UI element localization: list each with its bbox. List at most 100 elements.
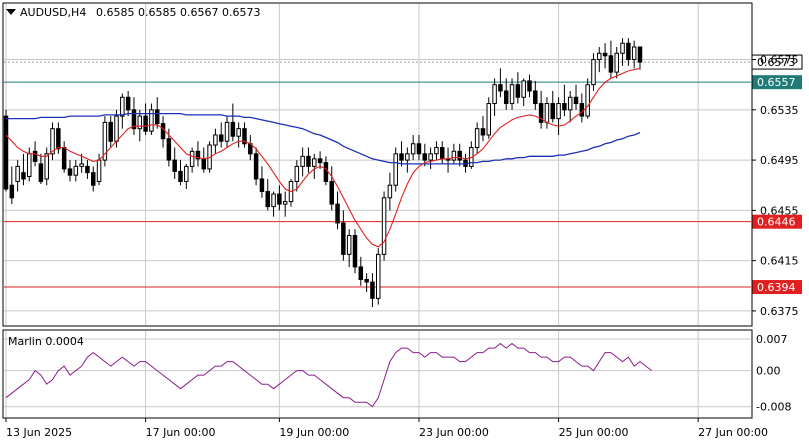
candle-bearish — [178, 170, 183, 182]
candle-bullish — [492, 84, 497, 105]
candle-bullish — [585, 84, 590, 117]
candle-bearish — [579, 103, 585, 117]
candle-bearish — [38, 163, 44, 182]
candle-bullish — [597, 52, 602, 61]
candle-bullish — [282, 201, 288, 205]
candle-bullish — [236, 128, 241, 137]
candle-bullish — [556, 103, 561, 120]
chart-canvas: 0.65570.64460.63940.6573 0.65750.65350.6… — [0, 0, 809, 443]
time-tick-label: 17 Jun 00:00 — [146, 426, 216, 439]
candle-bearish — [329, 180, 334, 205]
candle-bullish — [15, 165, 20, 182]
candle-bullish — [451, 150, 457, 161]
candle-bearish — [480, 128, 486, 136]
ohlc-values: 0.6585 0.6585 0.6567 0.6573 — [96, 6, 260, 19]
candle-bearish — [364, 278, 369, 283]
price-tick-label: 0.6415 — [760, 255, 799, 268]
time-tick-label: 23 Jun 00:00 — [419, 426, 489, 439]
oscillator-tick-label: 0.007 — [756, 333, 788, 346]
candle-bullish — [486, 103, 492, 136]
candle-bullish — [509, 84, 515, 105]
candle-bearish — [637, 46, 643, 63]
time-tick-label: 27 Jun 00:00 — [698, 426, 768, 439]
candle-bullish — [410, 143, 416, 155]
candle-bearish — [323, 162, 329, 182]
candle-bullish — [271, 193, 276, 208]
time-tick-label: 19 Jun 00:00 — [279, 426, 349, 439]
candle-bearish — [562, 103, 567, 111]
candle-bearish — [399, 153, 404, 161]
candle-bearish — [91, 172, 96, 186]
candle-bullish — [474, 128, 480, 149]
candle-bearish — [422, 153, 428, 161]
candle-bullish — [631, 46, 637, 61]
oscillator-label: Marlin 0.0004 — [8, 335, 84, 348]
candle-bearish — [143, 115, 148, 132]
candle-bullish — [405, 153, 410, 161]
candle-bullish — [393, 153, 398, 186]
candle-bullish — [376, 253, 381, 299]
candle-bullish — [224, 121, 230, 142]
time-tick-label: 25 Jun 00:00 — [559, 426, 629, 439]
candle-bearish — [439, 147, 445, 160]
candle-bearish — [608, 55, 614, 73]
candle-bullish — [73, 165, 79, 176]
candle-bullish — [544, 103, 550, 123]
candle-bullish — [567, 96, 573, 111]
candle-bearish — [125, 96, 131, 111]
candle-bearish — [218, 134, 224, 142]
candle-bearish — [626, 42, 631, 61]
candle-bullish — [312, 158, 317, 167]
candle-bearish — [9, 184, 15, 199]
candle-bearish — [56, 128, 61, 150]
candle-bearish — [172, 159, 177, 172]
candle-bullish — [294, 165, 300, 182]
candle-bearish — [160, 123, 166, 140]
candle-bearish — [527, 80, 532, 92]
candle-bearish — [265, 191, 270, 208]
oscillator-tick-label: 0.00 — [756, 365, 781, 378]
candle-bullish — [521, 80, 526, 98]
candle-bearish — [503, 90, 509, 105]
candle-bearish — [515, 84, 521, 98]
candle-bullish — [137, 115, 143, 130]
candle-bearish — [602, 52, 608, 57]
candle-bullish — [387, 184, 393, 199]
candle-bullish — [44, 153, 49, 180]
candle-bullish — [184, 165, 189, 182]
candle-bearish — [573, 96, 579, 105]
price-tick-label: 0.6535 — [760, 104, 799, 117]
candle-bearish — [61, 147, 67, 170]
candle-bearish — [416, 143, 422, 155]
candle-bearish — [358, 266, 364, 280]
candle-bearish — [533, 90, 538, 105]
candle-bullish — [27, 153, 32, 177]
candle-bearish — [550, 103, 555, 120]
price-level-label: 0.6557 — [757, 76, 796, 89]
symbol-label: AUDUSD,H4 — [20, 6, 86, 19]
candle-bearish — [253, 153, 259, 180]
candle-bearish — [277, 193, 282, 205]
candle-bullish — [346, 235, 352, 255]
oscillator-tick-label: -0.008 — [756, 401, 791, 414]
candle-bullish — [189, 150, 195, 167]
candle-bearish — [341, 222, 346, 255]
price-tick-label: 0.6575 — [760, 54, 799, 67]
price-tick-label: 0.6375 — [760, 305, 799, 318]
candle-bullish — [591, 59, 596, 86]
price-tick-label: 0.6455 — [760, 204, 799, 217]
candle-bearish — [166, 138, 172, 161]
candle-bearish — [108, 121, 113, 142]
candle-bearish — [230, 121, 236, 137]
candle-bullish — [120, 96, 125, 117]
candle-bearish — [32, 150, 38, 162]
candle-bullish — [434, 147, 439, 155]
candle-bearish — [201, 158, 207, 170]
candle-bearish — [335, 203, 340, 224]
candle-bearish — [457, 150, 462, 161]
candle-bearish — [154, 109, 160, 125]
candle-bullish — [428, 153, 433, 161]
candle-bullish — [213, 134, 218, 146]
candle-bullish — [114, 115, 119, 142]
candle-bullish — [620, 42, 625, 54]
